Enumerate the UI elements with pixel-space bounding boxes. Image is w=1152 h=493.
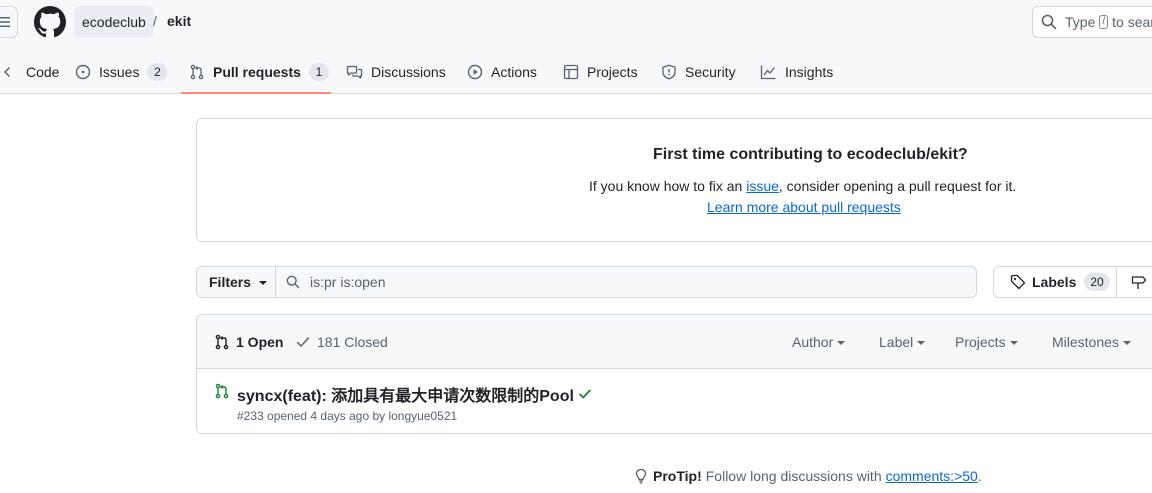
labels-button[interactable]: Labels 20 [993, 266, 1117, 298]
search-shortcut-key: / [1099, 15, 1109, 29]
issues-count-badge: 2 [147, 63, 168, 81]
milestones-button[interactable] [1116, 266, 1152, 298]
search-prefix: Type [1065, 14, 1096, 30]
chevron-down-icon [1009, 341, 1018, 345]
tab-label: Insights [785, 64, 834, 80]
play-icon [467, 64, 483, 80]
open-filter-link[interactable]: 1 Open [214, 334, 283, 350]
contributor-text-after: , consider opening a pull request for it… [778, 178, 1017, 194]
protip-comments-link[interactable]: comments:>50 [886, 468, 978, 484]
label-filter-dropdown[interactable]: Label [879, 334, 926, 350]
learn-more-link-wrap: Learn more about pull requests [707, 199, 901, 215]
dropdown-label: Label [879, 334, 914, 350]
search-icon [1041, 14, 1057, 30]
tab-insights[interactable]: Insights [760, 58, 833, 86]
chevron-down-icon [259, 281, 268, 285]
contributor-box-title: First time contributing to ecodeclub/eki… [653, 146, 968, 163]
dropdown-label: Milestones [1052, 334, 1119, 350]
chevron-down-icon [1122, 341, 1131, 345]
table-icon [563, 64, 579, 80]
repo-tabs: Code Issues 2 Pull requests 1 Discussion… [0, 50, 1152, 94]
comment-discussion-icon [346, 65, 363, 79]
projects-filter-dropdown[interactable]: Projects [955, 334, 1018, 350]
graph-icon [760, 65, 776, 80]
tab-label: Issues [99, 64, 140, 80]
pull-request-meta: #233 opened 4 days ago by longyue0521 [237, 409, 458, 423]
git-pull-request-icon [215, 334, 229, 350]
repo-header: ecodeclub / ekit Type / to search Code I… [0, 0, 1152, 94]
tab-discussions[interactable]: Discussions [346, 58, 446, 86]
tab-label: Security [685, 64, 736, 80]
open-pull-request-icon [215, 383, 229, 399]
contributor-text-before: If you know how to fix an [589, 178, 747, 194]
closed-filter-link[interactable]: 181 Closed [295, 334, 388, 350]
tab-security[interactable]: Security [661, 58, 736, 86]
list-header: 1 Open 181 Closed Author Label Projects … [197, 315, 1152, 369]
pull-request-list: 1 Open 181 Closed Author Label Projects … [196, 314, 1152, 434]
active-tab-underline [181, 92, 331, 94]
global-search-input[interactable]: Type / to search [1032, 6, 1152, 38]
pull-request-title-link[interactable]: syncx(feat): 添加具有最大申请次数限制的Pool [237, 382, 592, 406]
filters-label: Filters [209, 274, 252, 290]
labels-count-badge: 20 [1084, 273, 1110, 291]
chevron-down-icon [837, 341, 846, 345]
tab-label: Code [26, 64, 60, 80]
filter-query: is:pr is:open [310, 274, 386, 290]
tab-pull-requests[interactable]: Pull requests 1 [189, 58, 329, 86]
search-suffix: to search [1112, 14, 1152, 30]
labels-label: Labels [1032, 274, 1077, 290]
breadcrumb-repo[interactable]: ekit [167, 13, 191, 29]
filter-search-input[interactable]: is:pr is:open [275, 266, 977, 298]
check-success-icon[interactable] [578, 387, 592, 401]
check-icon [296, 337, 310, 347]
protip-text: Follow long discussions with [705, 468, 882, 484]
breadcrumb-owner[interactable]: ecodeclub [74, 6, 154, 38]
milestone-icon [1131, 276, 1147, 289]
tab-issues[interactable]: Issues 2 [75, 58, 168, 86]
tab-actions[interactable]: Actions [467, 58, 537, 86]
hamburger-icon [0, 17, 10, 27]
tab-label: Projects [587, 64, 638, 80]
shield-icon [662, 64, 676, 80]
open-count-label: 1 Open [236, 334, 284, 350]
tab-label: Pull requests [213, 64, 301, 80]
filters-button[interactable]: Filters [196, 266, 276, 298]
global-menu-button[interactable] [0, 6, 18, 38]
tab-label: Discussions [371, 64, 446, 80]
search-icon [286, 275, 300, 289]
protip-end: . [977, 468, 982, 484]
dropdown-label: Projects [955, 334, 1006, 350]
dropdown-label: Author [792, 334, 834, 350]
tab-label: Actions [491, 64, 537, 80]
chevron-down-icon [917, 341, 926, 345]
github-logo-icon[interactable] [34, 6, 66, 38]
author-filter-dropdown[interactable]: Author [792, 334, 846, 350]
issue-opened-icon [75, 64, 91, 80]
light-bulb-icon [635, 468, 647, 484]
git-pull-request-icon [190, 64, 204, 80]
tab-code[interactable]: Code [4, 58, 59, 86]
milestones-filter-dropdown[interactable]: Milestones [1052, 334, 1131, 350]
breadcrumb-separator: / [153, 13, 157, 29]
pull-requests-count-badge: 1 [308, 63, 329, 81]
contributor-box-text: If you know how to fix an issue, conside… [589, 178, 1016, 194]
pull-request-title: syncx(feat): 添加具有最大申请次数限制的Pool [237, 388, 574, 405]
issue-link[interactable]: issue [746, 178, 779, 194]
protip-label: ProTip! [653, 468, 702, 484]
closed-count-label: 181 Closed [317, 334, 388, 350]
protip: ProTip! Follow long discussions with com… [633, 468, 982, 484]
code-icon [4, 67, 10, 77]
learn-more-pull-requests-link[interactable]: Learn more about pull requests [707, 199, 901, 215]
tag-icon [1010, 274, 1026, 290]
tab-projects[interactable]: Projects [563, 58, 638, 86]
